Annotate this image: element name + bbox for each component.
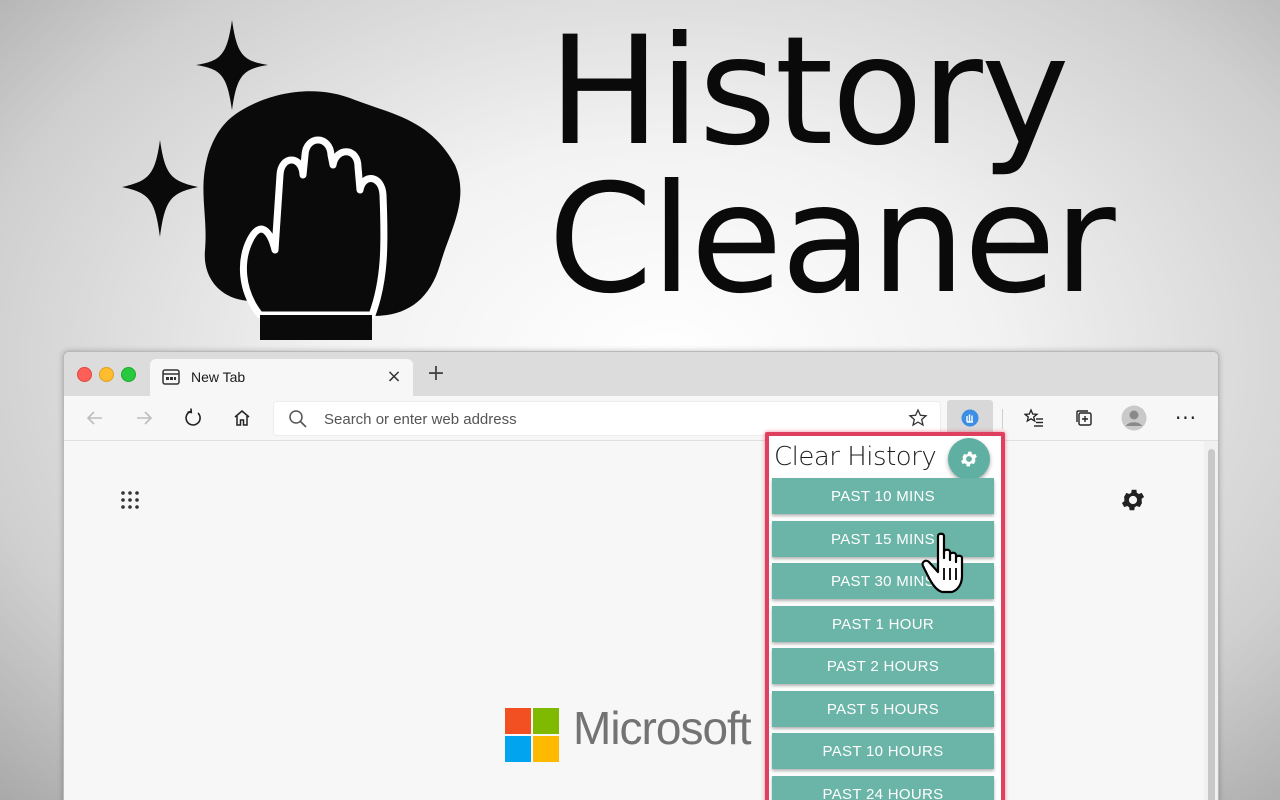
forward-button[interactable] — [129, 403, 159, 433]
arrow-left-icon — [86, 411, 102, 425]
home-button[interactable] — [227, 403, 257, 433]
home-icon — [234, 410, 250, 426]
tab-title: New Tab — [191, 369, 246, 385]
address-input[interactable] — [322, 408, 886, 430]
hero-title: History Cleaner — [548, 5, 1116, 327]
new-tab-page-icon — [162, 369, 180, 385]
toolbar: ··· — [64, 396, 1218, 441]
maximize-window-button[interactable] — [121, 367, 136, 382]
refresh-button[interactable] — [178, 403, 208, 433]
more-menu-button[interactable]: ··· — [1171, 403, 1201, 433]
option-past-5-hours[interactable]: PAST 5 HOURS — [772, 691, 994, 727]
address-bar[interactable] — [273, 401, 941, 436]
option-past-10-hours[interactable]: PAST 10 HOURS — [772, 733, 994, 769]
clear-history-popup: Clear History PAST 10 MINS PAST 15 MINS … — [765, 432, 1005, 800]
option-past-1-hour[interactable]: PAST 1 HOUR — [772, 606, 994, 642]
scrollbar-thumb[interactable] — [1208, 449, 1215, 800]
new-tab-button[interactable]: + — [424, 362, 448, 386]
logo-square-green — [533, 708, 559, 734]
profile-button[interactable] — [1119, 403, 1149, 433]
back-button[interactable] — [80, 403, 110, 433]
hero-title-line1: History — [548, 5, 1070, 179]
browser-window: New Tab × + Search or enter web address … — [63, 351, 1219, 800]
title-bar: New Tab × + — [64, 352, 1218, 396]
minimize-window-button[interactable] — [99, 367, 114, 382]
tab-close-icon[interactable]: × — [383, 366, 405, 388]
extension-hand-icon — [961, 409, 979, 427]
history-cleaner-extension-button[interactable] — [947, 400, 993, 436]
refresh-icon — [185, 408, 201, 426]
app-launcher-icon[interactable] — [120, 490, 140, 510]
page-settings-gear-icon[interactable] — [1119, 486, 1147, 514]
logo-square-blue — [505, 736, 531, 762]
option-past-24-hours[interactable]: PAST 24 HOURS — [772, 776, 994, 800]
scrollbar[interactable] — [1204, 441, 1218, 800]
new-tab-content: Microsoft — [64, 441, 1218, 800]
option-past-10-mins[interactable]: PAST 10 MINS — [772, 478, 994, 514]
popup-settings-button[interactable] — [948, 438, 990, 480]
hero-title-line2: Cleaner — [548, 153, 1116, 327]
hand-pointer-cursor-icon — [921, 532, 964, 594]
logo-square-yellow — [533, 736, 559, 762]
close-window-button[interactable] — [77, 367, 92, 382]
arrow-right-icon — [137, 411, 153, 425]
history-cleaner-logo-icon — [122, 20, 461, 340]
tab-new-tab[interactable]: New Tab × — [150, 359, 413, 396]
option-past-2-hours[interactable]: PAST 2 HOURS — [772, 648, 994, 684]
popup-header: Clear History — [769, 436, 1001, 480]
favorites-button[interactable] — [1019, 403, 1049, 433]
favorite-star-icon[interactable] — [908, 408, 928, 428]
logo-square-red — [505, 708, 531, 734]
collections-icon — [1076, 410, 1092, 426]
microsoft-wordmark: Microsoft — [573, 702, 752, 754]
toolbar-separator — [1002, 409, 1003, 429]
search-icon — [289, 410, 307, 428]
avatar-icon — [1121, 405, 1147, 431]
collections-button[interactable] — [1069, 403, 1099, 433]
favorites-list-icon — [1024, 408, 1043, 427]
popup-title: Clear History — [774, 442, 937, 472]
gear-icon — [961, 451, 977, 467]
microsoft-logo-icon — [505, 708, 561, 764]
